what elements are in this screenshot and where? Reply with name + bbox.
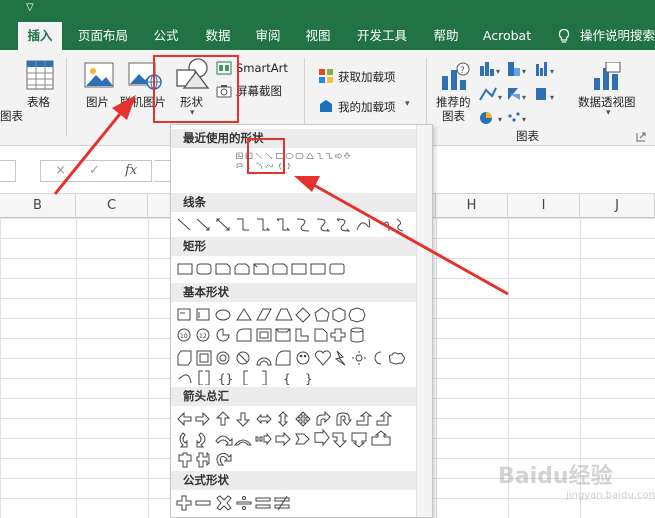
tab-developer[interactable]: 开发工具 bbox=[350, 22, 414, 50]
picture-icon bbox=[84, 62, 114, 88]
title-bar: ▽ bbox=[0, 0, 655, 22]
section-equation-shapes: 公式形状 bbox=[171, 471, 416, 490]
block-arrows-grid[interactable] bbox=[175, 409, 415, 469]
ribbon-partial-label: 图表 bbox=[0, 109, 23, 123]
store-icon bbox=[319, 69, 333, 83]
chart-type-icons[interactable]: ▾ ▾ ▾ ▾ ▾ ▾ ▾ ▾ bbox=[478, 60, 570, 126]
ribbon-separator bbox=[66, 58, 67, 136]
svg-text:▾: ▾ bbox=[522, 115, 526, 124]
svg-text:12: 12 bbox=[199, 333, 207, 340]
annotation-box-shapes-button bbox=[153, 55, 239, 123]
gallery-scrollbar[interactable] bbox=[416, 125, 432, 517]
tab-page-layout[interactable]: 页面布局 bbox=[72, 22, 134, 50]
my-addins-dropdown-icon[interactable]: ▾ bbox=[405, 99, 410, 109]
svg-text:▾: ▾ bbox=[522, 67, 526, 76]
svg-text:}: } bbox=[305, 372, 313, 385]
quick-access-dropdown-icon[interactable]: ▽ bbox=[26, 2, 34, 13]
grid-line bbox=[148, 218, 149, 518]
shapes-gallery: 最近使用的形状 { } 线条 矩形 基本形状 10 12 {} {} 箭头总汇… bbox=[170, 124, 433, 518]
svg-text:▾: ▾ bbox=[550, 93, 554, 102]
my-addins-icon bbox=[320, 100, 332, 112]
pivot-chart-dropdown-icon[interactable]: ▾ bbox=[606, 108, 611, 118]
svg-text:▾: ▾ bbox=[498, 93, 502, 102]
cancel-icon[interactable]: × bbox=[55, 163, 66, 178]
lines-row[interactable] bbox=[175, 215, 415, 235]
column-header-c[interactable]: C bbox=[76, 194, 148, 218]
svg-text:}: } bbox=[287, 163, 291, 170]
annotation-box-rectangle-shape bbox=[247, 138, 285, 174]
svg-text:▾: ▾ bbox=[496, 67, 500, 76]
svg-text:▾: ▾ bbox=[522, 93, 526, 102]
section-basic-shapes: 基本形状 bbox=[171, 283, 416, 302]
basic-shapes-grid[interactable]: 10 12 {} { } bbox=[175, 305, 415, 385]
table-button[interactable]: 表格 bbox=[27, 94, 50, 110]
tab-review[interactable]: 审阅 bbox=[246, 22, 290, 50]
screenshot-button[interactable]: 屏幕截图 bbox=[236, 83, 282, 99]
equation-shapes-row[interactable] bbox=[175, 493, 415, 513]
svg-text:▾: ▾ bbox=[498, 115, 502, 124]
formula-controls: × ✓ fx bbox=[40, 160, 152, 182]
smartart-button[interactable]: SmartArt bbox=[236, 61, 288, 75]
picture-button[interactable]: 图片 bbox=[86, 94, 109, 110]
enter-icon[interactable]: ✓ bbox=[89, 163, 100, 178]
insert-function-icon[interactable]: fx bbox=[125, 163, 137, 178]
recent-shapes-row[interactable]: { } bbox=[175, 151, 415, 171]
column-header-j[interactable]: J bbox=[580, 194, 655, 218]
svg-text:?: ? bbox=[460, 66, 465, 76]
column-header-b[interactable]: B bbox=[0, 194, 76, 218]
pivot-chart-icon bbox=[594, 62, 621, 90]
dialog-launcher-icon[interactable] bbox=[636, 132, 646, 142]
svg-text:{: { bbox=[283, 372, 291, 385]
lightbulb-icon bbox=[558, 28, 570, 43]
ribbon-tabs: 插入 页面布局 公式 数据 审阅 视图 开发工具 帮助 Acrobat 操作说明… bbox=[0, 22, 655, 50]
charts-group-label: 图表 bbox=[516, 129, 539, 143]
my-addins-button[interactable]: 我的加载项 bbox=[338, 99, 396, 115]
tab-help[interactable]: 帮助 bbox=[424, 22, 468, 50]
grid-line bbox=[436, 218, 437, 518]
watermark: Baidu经验 bbox=[498, 464, 613, 489]
tab-formulas[interactable]: 公式 bbox=[144, 22, 188, 50]
tab-acrobat[interactable]: Acrobat bbox=[476, 22, 538, 50]
get-addins-button[interactable]: 获取加载项 bbox=[338, 69, 396, 85]
column-header-i[interactable]: I bbox=[508, 194, 580, 218]
table-icon bbox=[26, 60, 54, 90]
section-lines: 线条 bbox=[171, 193, 416, 212]
section-block-arrows: 箭头总汇 bbox=[171, 387, 416, 406]
section-recent-shapes: 最近使用的形状 bbox=[171, 129, 416, 148]
svg-text:{}: {} bbox=[218, 372, 233, 385]
tell-me-search[interactable]: 操作说明搜索 bbox=[580, 22, 655, 50]
watermark-sub: jingyan.baidu.com bbox=[566, 490, 655, 501]
rectangles-row[interactable] bbox=[175, 259, 415, 279]
tab-view[interactable]: 视图 bbox=[296, 22, 340, 50]
svg-text:▾: ▾ bbox=[550, 67, 554, 76]
name-box[interactable] bbox=[0, 160, 16, 182]
tab-data[interactable]: 数据 bbox=[196, 22, 240, 50]
recommended-charts-label-2[interactable]: 图表 bbox=[442, 108, 465, 124]
svg-text:10: 10 bbox=[180, 333, 188, 340]
section-rectangles: 矩形 bbox=[171, 237, 416, 256]
recommended-charts-icon: ? bbox=[442, 62, 470, 90]
tab-insert[interactable]: 插入 bbox=[18, 22, 62, 50]
grid-line bbox=[76, 218, 77, 518]
column-header-h[interactable]: H bbox=[436, 194, 508, 218]
